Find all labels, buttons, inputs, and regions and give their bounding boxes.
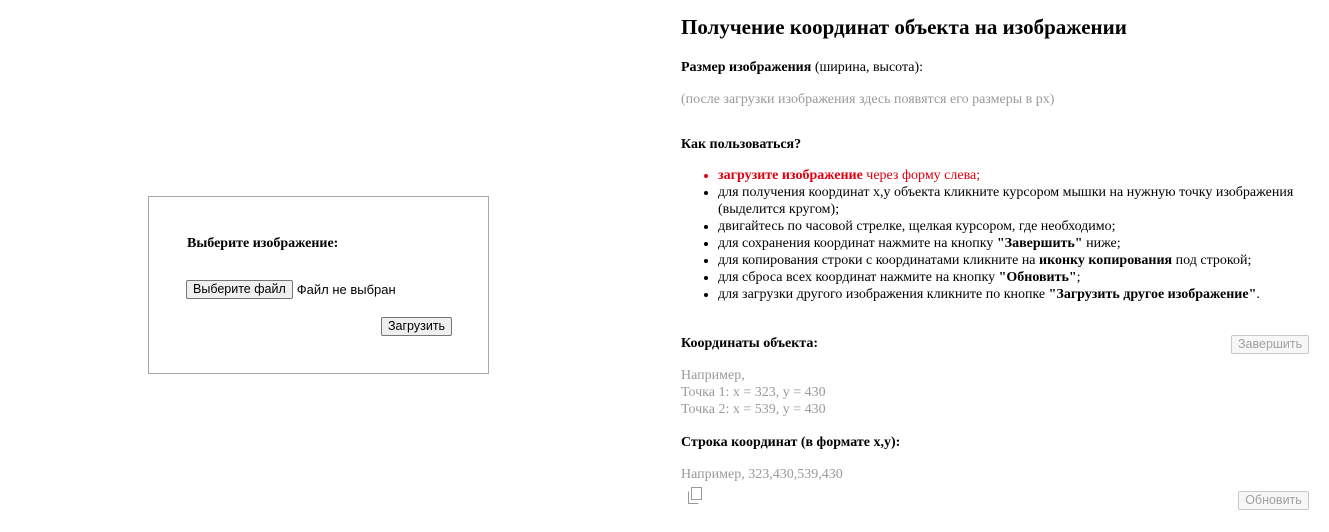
- howto-title: Как пользоваться?: [681, 137, 802, 152]
- step-6-post: ;: [1076, 270, 1081, 285]
- example-line: Точка 2: x = 539, y = 430: [681, 402, 826, 417]
- step-7-pre: для загрузки другого изображения кликнит…: [718, 287, 1049, 302]
- file-input: Выберите файл Файл не выбран: [186, 280, 396, 299]
- upload-form-title: Выберите изображение:: [187, 236, 339, 251]
- image-size-label-bold: Размер изображения: [681, 60, 812, 75]
- list-item: для сброса всех координат нажмите на кно…: [718, 269, 1318, 286]
- choose-file-button[interactable]: Выберите файл: [186, 280, 293, 299]
- step-3-text: двигайтесь по часовой стрелке, щелкая ку…: [718, 219, 1116, 234]
- step-5-pre: для копирования строки с координатами кл…: [718, 253, 1040, 268]
- step-5-bold: иконку копирования: [1039, 253, 1173, 268]
- image-size-label: Размер изображения (ширина, высота):: [681, 59, 923, 76]
- step-7-post: .: [1256, 287, 1260, 302]
- refresh-button[interactable]: Обновить: [1238, 491, 1309, 510]
- step-5-post: под строкой;: [1172, 253, 1252, 268]
- instructions-list: загрузите изображение через форму слева;…: [681, 167, 1318, 303]
- page-title: Получение координат объекта на изображен…: [681, 15, 1127, 39]
- step-2-text: для получения координат x,y объекта клик…: [718, 185, 1294, 217]
- step-1-bold: загрузите изображение: [718, 168, 863, 183]
- copy-icon[interactable]: [687, 487, 703, 505]
- list-item: для копирования строки с координатами кл…: [718, 252, 1318, 269]
- list-item: для получения координат x,y объекта клик…: [718, 184, 1318, 218]
- step-4-bold: "Завершить": [996, 236, 1083, 251]
- coordinate-string-title: Строка координат (в формате x,y):: [681, 435, 901, 450]
- image-size-hint: (после загрузки изображения здесь появят…: [681, 92, 1055, 107]
- page: Выберите изображение: Выберите файл Файл…: [0, 0, 1329, 532]
- file-status-text: Файл не выбран: [296, 282, 396, 297]
- coordinate-string-output: Например, 323,430,539,430: [681, 467, 843, 482]
- list-item: загрузите изображение через форму слева;: [718, 167, 1318, 184]
- example-line: Точка 1: x = 323, y = 430: [681, 385, 826, 400]
- coordinates-output: Например, Точка 1: x = 323, y = 430 Точк…: [681, 367, 826, 418]
- list-item: двигайтесь по часовой стрелке, щелкая ку…: [718, 218, 1318, 235]
- step-6-pre: для сброса всех координат нажмите на кно…: [718, 270, 999, 285]
- list-item: для загрузки другого изображения кликнит…: [718, 286, 1318, 303]
- upload-form: Выберите изображение: Выберите файл Файл…: [148, 196, 489, 374]
- step-1-rest: через форму слева;: [862, 168, 981, 183]
- coordinates-title: Координаты объекта:: [681, 336, 819, 351]
- finish-button[interactable]: Завершить: [1231, 335, 1309, 354]
- step-4-pre: для сохранения координат нажмите на кноп…: [718, 236, 997, 251]
- list-item: для сохранения координат нажмите на кноп…: [718, 235, 1318, 252]
- step-6-bold: "Обновить": [998, 270, 1077, 285]
- step-4-post: ниже;: [1082, 236, 1121, 251]
- upload-button[interactable]: Загрузить: [381, 317, 453, 336]
- step-7-bold: "Загрузить другое изображение": [1048, 287, 1257, 302]
- example-line: Например,: [681, 368, 745, 383]
- image-size-label-rest: (ширина, высота):: [811, 60, 924, 75]
